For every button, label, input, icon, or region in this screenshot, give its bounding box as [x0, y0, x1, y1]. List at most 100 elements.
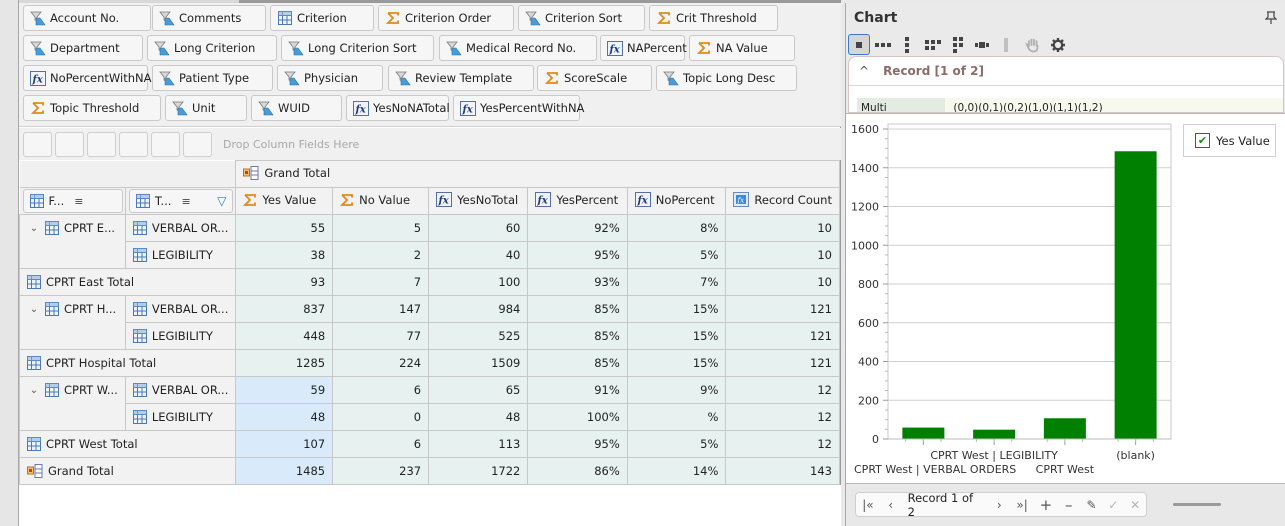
row-item-header[interactable]: VERBAL OR... [124, 214, 237, 242]
chevron-down-icon[interactable]: ⌄ [27, 223, 41, 234]
row-field-header[interactable]: F... ≡ [22, 189, 123, 213]
drop-slot[interactable] [151, 132, 180, 157]
field-chip[interactable]: fx NAPercent [600, 35, 687, 61]
field-chip[interactable]: Long Criterion [147, 35, 277, 61]
value-cell[interactable]: 525 [428, 322, 529, 350]
legend-checkbox[interactable]: ✔ [1195, 133, 1210, 148]
pin-icon[interactable] [1265, 11, 1277, 25]
row-field-header[interactable]: T... ≡ ▽ [128, 189, 234, 213]
last-record-icon[interactable]: »| [1009, 493, 1035, 516]
field-chip[interactable]: Long Criterion Sort [281, 35, 434, 61]
confirm-check-icon[interactable]: ✓ [1102, 493, 1124, 516]
first-record-icon[interactable]: |« [856, 493, 880, 516]
horizontal-dots-icon[interactable] [872, 34, 894, 55]
column-header[interactable]: fx NoPercent [626, 187, 727, 215]
field-chip[interactable]: fx YesPercentWithNA [453, 95, 584, 121]
value-cell[interactable]: 1485 [235, 457, 334, 485]
value-cell[interactable]: 143 [725, 457, 840, 485]
value-cell[interactable]: 448 [235, 322, 334, 350]
zoom-slider[interactable] [1173, 503, 1221, 506]
value-cell[interactable]: 7 [332, 268, 430, 296]
gear-icon[interactable] [1047, 34, 1069, 55]
column-dots-icon[interactable] [947, 34, 969, 55]
value-cell[interactable]: 10 [725, 268, 840, 296]
value-cell[interactable]: 2 [332, 241, 430, 269]
value-cell[interactable]: 147 [332, 295, 430, 323]
chevron-down-icon[interactable]: ⌄ [27, 385, 41, 396]
vertical-dots-icon[interactable] [896, 34, 918, 55]
field-chip[interactable]: Patient Type [152, 65, 273, 91]
value-cell[interactable]: 121 [725, 322, 840, 350]
value-cell[interactable]: 48 [428, 403, 529, 431]
value-cell[interactable]: 5 [332, 214, 430, 242]
field-chip[interactable]: Comments [152, 5, 266, 31]
drop-slot[interactable] [87, 132, 116, 157]
value-cell[interactable]: 107 [235, 430, 334, 458]
hand-icon[interactable] [1022, 34, 1044, 55]
edit-pencil-icon[interactable]: ✎ [1081, 493, 1103, 516]
value-cell[interactable]: 0 [332, 403, 430, 431]
field-chip[interactable]: Crit Threshold [649, 5, 778, 31]
value-cell[interactable]: 93% [527, 268, 628, 296]
value-cell[interactable]: 15% [626, 322, 727, 350]
field-chip[interactable]: Topic Long Desc [656, 65, 797, 91]
value-cell[interactable]: 91% [527, 376, 628, 404]
add-record-icon[interactable]: + [1035, 493, 1057, 516]
value-cell[interactable]: 65 [428, 376, 529, 404]
field-chip[interactable]: WUID [251, 95, 342, 121]
value-cell[interactable]: 55 [235, 214, 334, 242]
field-chip[interactable]: fx YesNoNATotal [346, 95, 450, 121]
field-chip[interactable]: Account No. [23, 5, 151, 31]
row-group-header[interactable]: ⌄ CPRT E... [19, 214, 126, 269]
value-cell[interactable]: 9% [626, 376, 727, 404]
value-cell[interactable]: % [626, 403, 727, 431]
column-header[interactable]: Yes Value [235, 187, 334, 215]
value-cell[interactable]: 40 [428, 241, 529, 269]
next-record-icon[interactable]: › [989, 493, 1009, 516]
value-cell[interactable]: 7% [626, 268, 727, 296]
value-cell[interactable]: 984 [428, 295, 529, 323]
row-item-header[interactable]: VERBAL OR... [124, 376, 237, 404]
value-cell[interactable]: 121 [725, 349, 840, 377]
chart-legend[interactable]: ✔ Yes Value [1183, 124, 1276, 157]
field-chip[interactable]: fx NoPercentWithNA [23, 65, 152, 91]
value-cell[interactable]: 85% [527, 349, 628, 377]
field-chip[interactable]: Criterion Sort [518, 5, 645, 31]
chevron-down-icon[interactable]: ⌄ [27, 304, 41, 315]
row-group-header[interactable]: ⌄ CPRT W... [19, 376, 126, 431]
column-header[interactable]: fx Record Count [725, 187, 840, 215]
value-cell[interactable]: 1722 [428, 457, 529, 485]
single-point-icon[interactable] [848, 34, 870, 55]
value-cell[interactable]: 15% [626, 295, 727, 323]
field-chip[interactable]: Physician [277, 65, 383, 91]
value-cell[interactable]: 837 [235, 295, 334, 323]
value-cell[interactable]: 100 [428, 268, 529, 296]
value-cell[interactable]: 100% [527, 403, 628, 431]
field-chip[interactable]: NA Value [689, 35, 795, 61]
value-cell[interactable]: 12 [725, 403, 840, 431]
field-chip[interactable]: ScoreScale [537, 65, 652, 91]
value-cell[interactable]: 60 [428, 214, 529, 242]
value-cell[interactable]: 113 [428, 430, 529, 458]
previous-record-icon[interactable]: ‹ [880, 493, 902, 516]
value-cell[interactable]: 10 [725, 214, 840, 242]
column-group-header[interactable]: Grand Total [235, 160, 840, 188]
value-cell[interactable]: 1509 [428, 349, 529, 377]
drop-slot[interactable] [119, 132, 148, 157]
value-cell[interactable]: 12 [725, 376, 840, 404]
total-row-header[interactable]: CPRT Hospital Total [18, 349, 237, 377]
value-cell[interactable]: 86% [527, 457, 628, 485]
value-cell[interactable]: 12 [725, 430, 840, 458]
field-chip[interactable]: Medical Record No. [439, 35, 597, 61]
bar-icon[interactable] [995, 34, 1017, 55]
value-cell[interactable]: 5% [626, 430, 727, 458]
field-chip[interactable]: Unit [165, 95, 247, 121]
filter-icon[interactable]: ▽ [217, 194, 226, 208]
total-row-header[interactable]: CPRT East Total [18, 268, 237, 296]
value-cell[interactable]: 6 [332, 376, 430, 404]
field-chip[interactable]: Criterion [270, 5, 374, 31]
remove-record-icon[interactable]: – [1057, 493, 1081, 516]
cancel-x-icon[interactable]: ✕ [1124, 493, 1146, 516]
field-chip[interactable]: Department [23, 35, 143, 61]
row-group-header[interactable]: ⌄ CPRT H... [19, 295, 126, 350]
